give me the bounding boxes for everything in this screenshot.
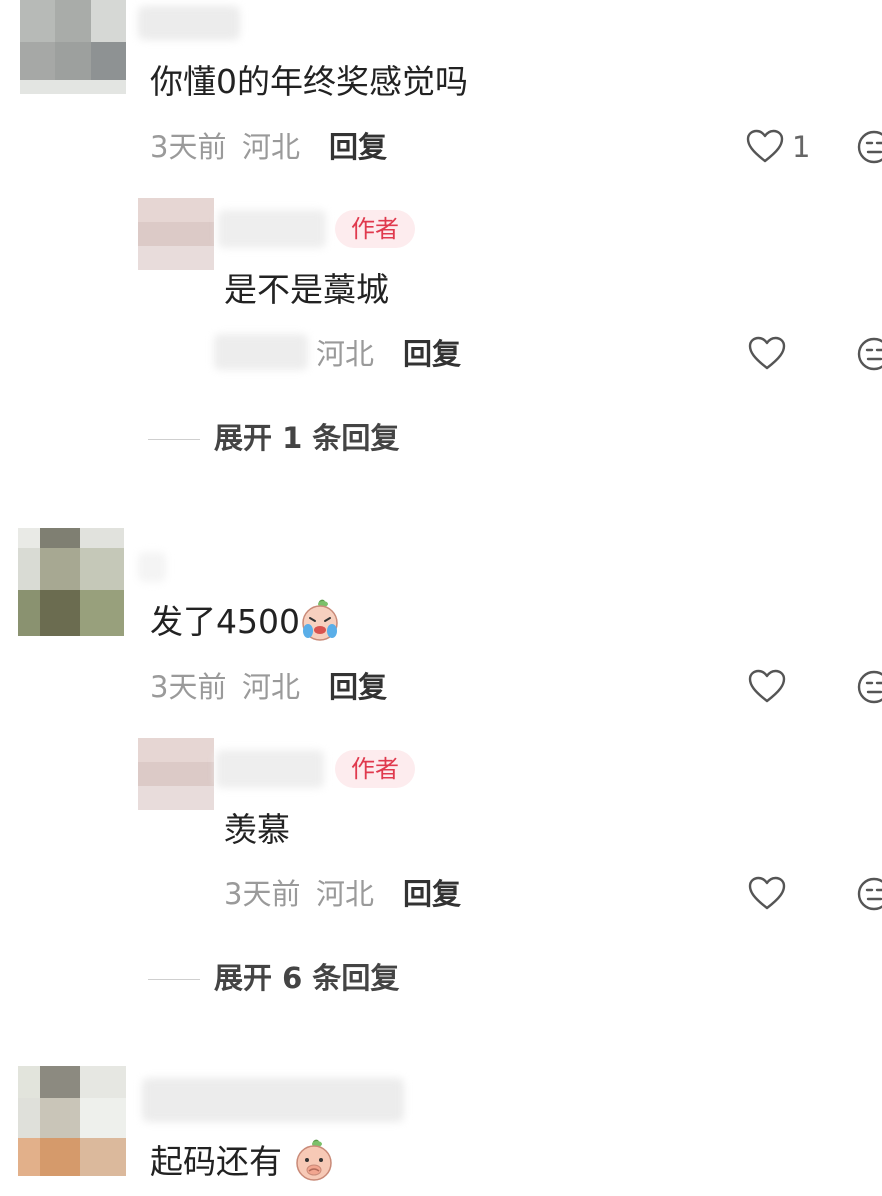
comment-location: 河北 <box>242 130 301 164</box>
author-badge: 作者 <box>335 750 415 788</box>
author-username-blurred[interactable] <box>218 210 326 248</box>
comment-text: 发了4500 <box>150 602 300 641</box>
dislike-face-icon[interactable] <box>856 336 882 372</box>
expand-replies-button[interactable]: 展开 6 条回复 <box>214 960 399 996</box>
avatar[interactable] <box>20 0 126 94</box>
reply-time-blurred <box>214 334 308 370</box>
reply-button[interactable]: 回复 <box>403 876 461 912</box>
username-blurred[interactable] <box>138 552 166 582</box>
comment-location: 河北 <box>242 670 301 704</box>
expand-divider <box>148 439 200 440</box>
reply-button[interactable]: 回复 <box>329 129 387 165</box>
expand-divider <box>148 979 200 980</box>
comment-text: 你懂0的年终奖感觉吗 <box>150 62 468 101</box>
dislike-face-icon[interactable] <box>856 669 882 705</box>
heart-icon[interactable] <box>748 669 786 705</box>
avatar[interactable] <box>18 1066 126 1176</box>
author-badge: 作者 <box>335 210 415 248</box>
heart-icon[interactable] <box>748 336 786 372</box>
like-count: 1 <box>792 130 811 164</box>
reply-button[interactable]: 回复 <box>403 336 461 372</box>
crying-peach-emoji <box>302 599 338 641</box>
username-blurred[interactable] <box>142 1078 404 1122</box>
heart-icon[interactable] <box>748 876 786 912</box>
reply-text: 羡慕 <box>224 810 290 849</box>
heart-icon[interactable] <box>746 129 784 165</box>
peach-emoji <box>296 1139 332 1181</box>
comment-time: 3天前 <box>150 670 227 704</box>
reply-time: 3天前 <box>224 877 301 911</box>
author-avatar[interactable] <box>138 738 214 810</box>
reply-location: 河北 <box>316 877 375 911</box>
username-blurred[interactable] <box>138 6 240 40</box>
comment-time: 3天前 <box>150 130 227 164</box>
comment-text: 起码还有 <box>150 1142 282 1181</box>
expand-replies-button[interactable]: 展开 1 条回复 <box>214 420 399 456</box>
reply-location: 河北 <box>316 337 375 371</box>
reply-button[interactable]: 回复 <box>329 669 387 705</box>
reply-text: 是不是藁城 <box>224 270 389 309</box>
author-avatar[interactable] <box>138 198 214 270</box>
author-username-blurred[interactable] <box>216 750 324 788</box>
dislike-face-icon[interactable] <box>856 129 882 165</box>
dislike-face-icon[interactable] <box>856 876 882 912</box>
avatar[interactable] <box>18 528 124 636</box>
